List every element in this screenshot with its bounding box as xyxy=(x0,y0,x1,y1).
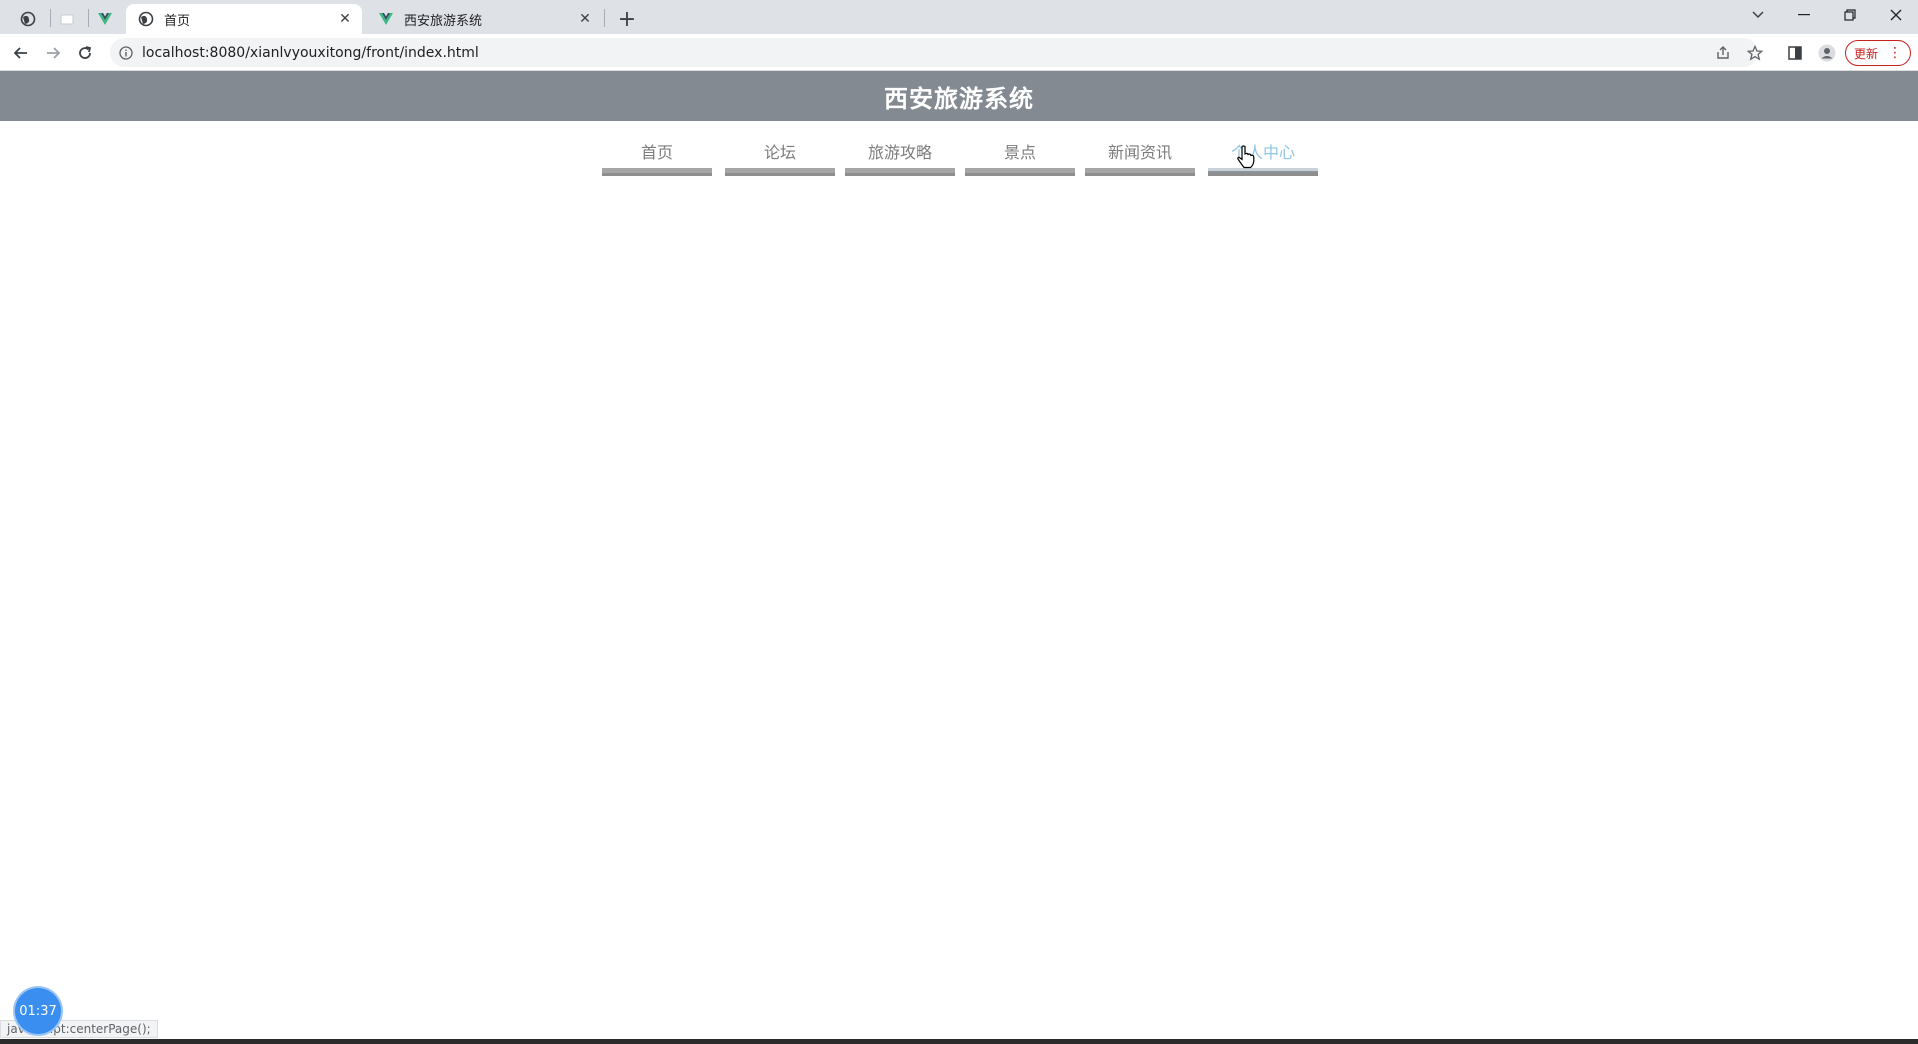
close-icon[interactable]: ✕ xyxy=(576,10,594,28)
nav-item-underline xyxy=(725,168,835,176)
globe-icon xyxy=(20,11,36,27)
blank-page-icon xyxy=(60,14,74,25)
arrow-left-icon xyxy=(13,47,27,59)
hand-pointer-cursor-icon xyxy=(1237,145,1255,169)
site-header: 西安旅游系统 xyxy=(0,71,1918,121)
tab-separator xyxy=(604,9,605,27)
site-nav: 首页 论坛 旅游攻略 景点 新闻资讯 个人中心 xyxy=(0,121,1918,185)
update-label: 更新 xyxy=(1853,46,1878,61)
nav-item-home[interactable]: 首页 xyxy=(602,141,712,185)
browser-toolbar: localhost:8080/xianlvyouxitong/front/ind… xyxy=(0,34,1918,71)
taskbar-edge xyxy=(0,1039,1918,1044)
nav-item-underline xyxy=(1085,168,1195,176)
nav-item-travel-guide[interactable]: 旅游攻略 xyxy=(845,141,955,185)
nav-item-news[interactable]: 新闻资讯 xyxy=(1085,141,1195,185)
tab-search-button[interactable] xyxy=(1735,0,1781,30)
globe-icon xyxy=(138,11,154,27)
chevron-down-icon xyxy=(1752,11,1764,19)
side-panel-button[interactable] xyxy=(1781,39,1809,67)
pinned-tab-globe[interactable] xyxy=(12,4,44,34)
reload-icon xyxy=(79,46,92,59)
more-vert-icon: ⋮ xyxy=(1888,45,1902,61)
reload-button[interactable] xyxy=(71,39,99,67)
restore-icon xyxy=(1844,9,1856,21)
nav-item-underline xyxy=(602,168,712,176)
nav-item-forum[interactable]: 论坛 xyxy=(725,141,835,185)
close-window-button[interactable] xyxy=(1873,0,1918,30)
minimize-icon xyxy=(1798,14,1810,16)
tab-xian-travel-system[interactable]: 西安旅游系统 ✕ xyxy=(366,4,602,34)
recording-timer[interactable]: 01:37 xyxy=(15,988,61,1034)
nav-item-underline xyxy=(965,168,1075,176)
tab-label: 首页 xyxy=(164,13,191,29)
new-tab-button[interactable]: + xyxy=(614,6,640,32)
update-button[interactable]: 更新 ⋮ xyxy=(1845,40,1911,66)
nav-item-label: 论坛 xyxy=(763,143,796,162)
nav-item-scenic-spots[interactable]: 景点 xyxy=(965,141,1075,185)
bookmark-star-icon[interactable] xyxy=(1742,38,1768,67)
nav-item-underline xyxy=(845,168,955,176)
nav-item-label: 景点 xyxy=(1003,143,1036,162)
vue-logo-icon xyxy=(378,11,394,27)
nav-item-label: 旅游攻略 xyxy=(867,143,932,162)
close-icon[interactable]: ✕ xyxy=(336,10,354,28)
share-icon[interactable] xyxy=(1710,38,1736,67)
minimize-button[interactable] xyxy=(1781,0,1827,30)
info-icon[interactable] xyxy=(118,45,134,61)
arrow-right-icon xyxy=(47,47,61,59)
nav-item-underline xyxy=(1208,168,1318,176)
back-button[interactable] xyxy=(7,39,35,67)
nav-item-personal-center[interactable]: 个人中心 xyxy=(1208,141,1318,185)
forward-button[interactable] xyxy=(39,39,67,67)
restore-button[interactable] xyxy=(1827,0,1873,30)
profile-button[interactable] xyxy=(1813,39,1841,67)
tab-home[interactable]: 首页 ✕ xyxy=(126,4,362,34)
nav-item-label: 新闻资讯 xyxy=(1107,143,1172,162)
avatar-icon xyxy=(1818,44,1836,62)
site-title: 西安旅游系统 xyxy=(884,84,1034,113)
vue-logo-icon xyxy=(98,13,112,25)
browser-tabstrip: 首页 ✕ 西安旅游系统 ✕ + xyxy=(0,0,1918,34)
url-text: localhost:8080/xianlvyouxitong/front/ind… xyxy=(142,44,479,61)
close-icon xyxy=(1890,9,1902,21)
tab-label: 西安旅游系统 xyxy=(404,13,483,29)
side-panel-icon xyxy=(1788,46,1802,60)
address-bar[interactable]: localhost:8080/xianlvyouxitong/front/ind… xyxy=(110,38,1763,67)
nav-item-label: 首页 xyxy=(640,143,673,162)
pinned-tab-vue[interactable] xyxy=(89,4,121,34)
pinned-tab-blank[interactable] xyxy=(51,4,83,34)
